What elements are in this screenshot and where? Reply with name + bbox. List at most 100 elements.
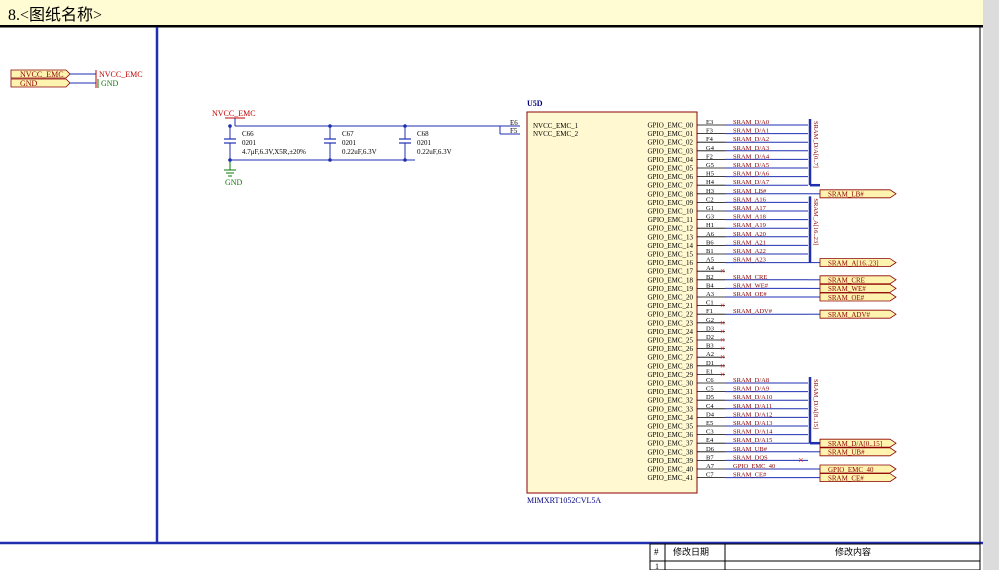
- pin-name: GPIO_EMC_36: [647, 431, 693, 439]
- port-label: SRAM_CRE: [828, 277, 865, 285]
- junction-dot: [403, 124, 407, 128]
- net-label: SRAM_A18: [733, 214, 766, 221]
- pin-name: GPIO_EMC_14: [647, 242, 693, 250]
- pin-number: A7: [706, 463, 715, 470]
- net-label: SRAM_D/A11: [733, 403, 772, 410]
- junction-dot: [228, 158, 232, 162]
- pin-name: GPIO_EMC_33: [647, 405, 693, 413]
- pin-name: GPIO_EMC_15: [647, 251, 693, 259]
- pin-number: C7: [706, 472, 714, 479]
- net-label: SRAM_D/A8: [733, 377, 769, 384]
- port-label: SRAM_A[16..23]: [828, 259, 879, 267]
- net-label: SRAM_D/A3: [733, 145, 769, 152]
- revision-col-date: 修改日期: [673, 546, 709, 557]
- pin-name: GPIO_EMC_28: [647, 362, 693, 370]
- pin-number: C2: [706, 196, 714, 203]
- pin-name: GPIO_EMC_40: [647, 466, 693, 474]
- pin-number: G5: [706, 162, 714, 169]
- net-label: SRAM_D/A13: [733, 420, 772, 427]
- pin-name: GPIO_EMC_25: [647, 337, 693, 345]
- pin-number: D4: [706, 411, 715, 418]
- pin-number: E1: [706, 368, 713, 375]
- pin-number: B2: [706, 274, 714, 281]
- pin-number: B3: [706, 343, 714, 350]
- net-label: SRAM_DQS: [733, 454, 768, 461]
- pin-number: G2: [706, 317, 714, 324]
- net-label: SRAM_OE#: [733, 291, 767, 298]
- pin-name: GPIO_EMC_37: [647, 440, 693, 448]
- port-label: SRAM_D/A[0..15]: [828, 440, 882, 448]
- cap-value: 4.7μF,6.3V,X5R,±20%: [242, 148, 306, 156]
- pin-number: B4: [706, 282, 714, 289]
- port-label: SRAM_ADV#: [828, 311, 871, 319]
- junction-dot: [403, 158, 407, 162]
- pin-number: G1: [706, 205, 714, 212]
- net-label: SRAM_D/A7: [733, 179, 770, 186]
- pin-number: D5: [706, 394, 714, 401]
- net-label: SRAM_D/A10: [733, 394, 772, 401]
- pin-number: D3: [706, 325, 714, 332]
- net-label: SRAM_D/A9: [733, 386, 769, 393]
- pin-number: E4: [706, 437, 714, 444]
- pin-number: B6: [706, 239, 714, 246]
- pin-number: C6: [706, 377, 714, 384]
- pin-number: A2: [706, 351, 714, 358]
- pin-number: C1: [706, 300, 714, 307]
- pin-number: D2: [706, 334, 714, 341]
- pin-name: GPIO_EMC_18: [647, 276, 693, 284]
- revision-row-number: 1: [655, 562, 659, 570]
- legend-net-gnd: GND: [101, 79, 119, 88]
- net-label: SRAM_D/A12: [733, 411, 772, 418]
- left-pin-group: E6 NVCC_EMC_1 F5 NVCC_EMC_2: [510, 119, 579, 138]
- pin-name: GPIO_EMC_01: [647, 130, 693, 138]
- junction-dot: [328, 124, 332, 128]
- decoupling-network: NVCC_EMC GND C6602014.7μF,6.3V,X5R,±20%C…: [212, 109, 520, 187]
- pin-name: GPIO_EMC_07: [647, 182, 693, 190]
- pin-number: B1: [706, 248, 714, 255]
- net-label: SRAM_CRE: [733, 274, 767, 281]
- pin-number: A6: [706, 231, 715, 238]
- cap-value: 0.22uF,6.3V: [417, 148, 452, 156]
- net-label: SRAM_A20: [733, 231, 766, 238]
- net-label: SRAM_D/A4: [733, 153, 770, 160]
- pin-name: GPIO_EMC_34: [647, 414, 693, 422]
- pin-number: H1: [706, 222, 714, 229]
- pin-number: D1: [706, 360, 714, 367]
- net-label: SRAM_D/A15: [733, 437, 772, 444]
- pin-name: GPIO_EMC_00: [647, 122, 693, 130]
- component-ref: U5D: [527, 99, 543, 108]
- net-label: SRAM_A19: [733, 222, 766, 229]
- pin-name: GPIO_EMC_03: [647, 147, 693, 155]
- pin-number: C4: [706, 403, 714, 410]
- pin-name: GPIO_EMC_16: [647, 259, 693, 267]
- schematic-canvas: NVCC_EMC GND NVCC_EMC GND NVCC_EMC GND C…: [0, 26, 983, 570]
- ic-u5d[interactable]: U5D MIMXRT1052CVL5A E6 NVCC_EMC_1 F5 NVCC_E…: [510, 99, 897, 505]
- bus-label: SRAM_D/A[8..15]: [812, 379, 819, 429]
- pin-name: GPIO_EMC_06: [647, 173, 693, 181]
- pin-name: GPIO_EMC_21: [647, 302, 693, 310]
- pin-number: F4: [706, 136, 714, 143]
- cap-ref: C67: [342, 130, 354, 138]
- legend-port-gnd-label: GND: [20, 79, 38, 88]
- net-label: SRAM_CE#: [733, 472, 767, 479]
- scrollbar-track[interactable]: [983, 0, 999, 570]
- pin-name: GPIO_EMC_31: [647, 388, 693, 396]
- pin-number: F2: [706, 153, 713, 160]
- pin-number: A3: [706, 291, 714, 298]
- pin-number: F3: [706, 128, 713, 135]
- net-label: SRAM_A22: [733, 248, 766, 255]
- legend-port-vcc-label: NVCC_EMC: [20, 70, 64, 79]
- pin-name: NVCC_EMC_2: [533, 130, 579, 138]
- pin-number: H5: [706, 171, 714, 178]
- pin-name: GPIO_EMC_05: [647, 165, 693, 173]
- gnd-net-label: GND: [225, 178, 243, 187]
- cap-package: 0201: [342, 139, 357, 147]
- pin-name: GPIO_EMC_20: [647, 294, 693, 302]
- pin-name: GPIO_EMC_11: [648, 216, 694, 224]
- net-label: SRAM_D/A2: [733, 136, 769, 143]
- no-connect-icon: ×: [798, 455, 804, 466]
- pin-number: C3: [706, 429, 714, 436]
- pin-number: H3: [706, 188, 714, 195]
- pin-name: GPIO_EMC_12: [647, 225, 693, 233]
- revision-table: # 修改日期 修改内容 1: [649, 543, 981, 570]
